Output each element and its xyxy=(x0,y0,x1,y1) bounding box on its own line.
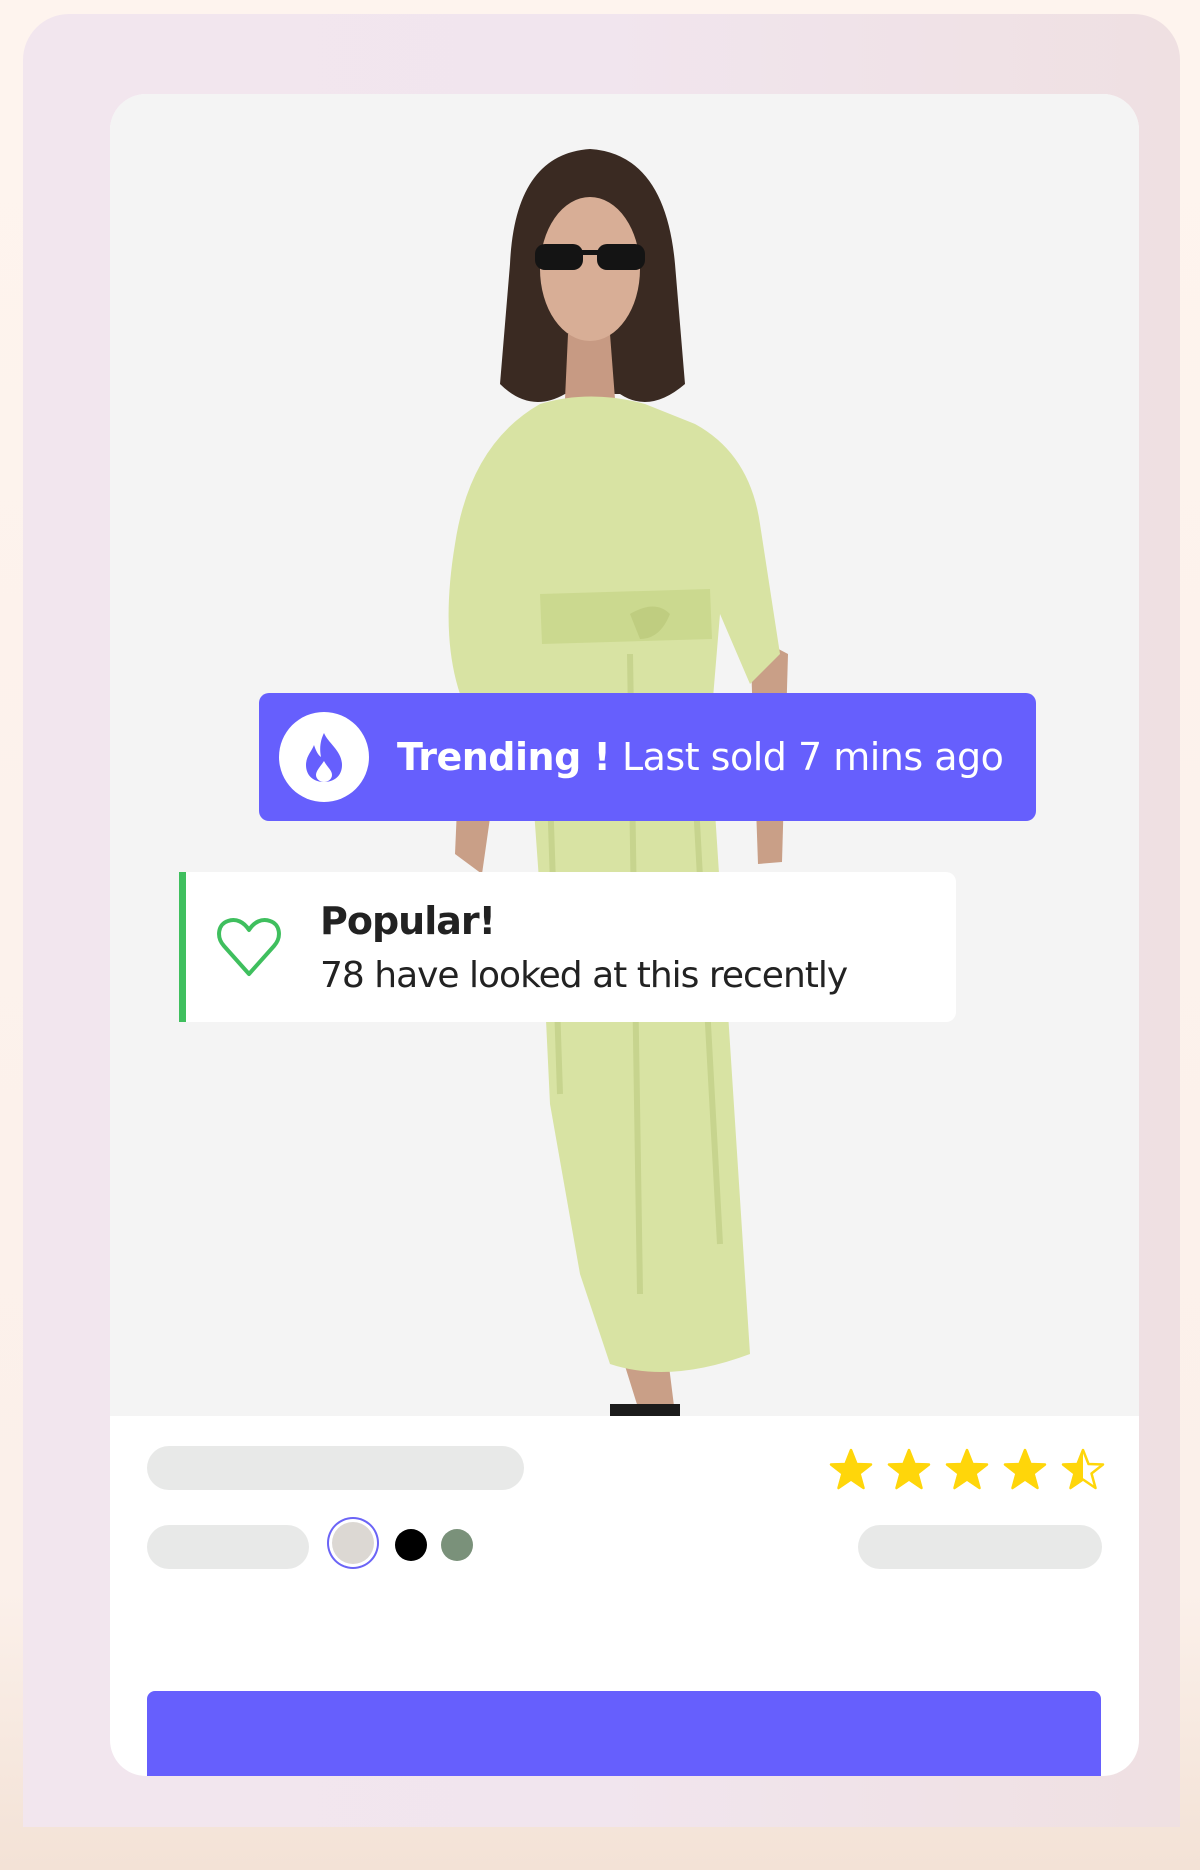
rating-stars xyxy=(828,1447,1106,1493)
add-to-cart-button[interactable] xyxy=(147,1691,1101,1776)
heart-outline-icon xyxy=(217,918,281,976)
title-placeholder xyxy=(147,1446,524,1490)
price-placeholder xyxy=(147,1525,309,1569)
swatch-beige[interactable] xyxy=(332,1522,374,1564)
star-full-icon xyxy=(829,1448,873,1490)
star-half-icon xyxy=(1061,1448,1105,1490)
star-full-icon xyxy=(887,1448,931,1490)
size-placeholder xyxy=(858,1525,1102,1569)
popular-title: Popular! xyxy=(320,898,496,943)
swatch-sage[interactable] xyxy=(441,1529,473,1561)
star-full-icon xyxy=(1003,1448,1047,1490)
popular-subtitle: 78 have looked at this recently xyxy=(320,954,848,996)
trending-label: Trending ! xyxy=(397,735,611,779)
swatch-black[interactable] xyxy=(395,1529,427,1561)
trending-badge: Trending ! Last sold 7 mins ago xyxy=(259,693,1036,821)
star-full-icon xyxy=(945,1448,989,1490)
trending-detail: Last sold 7 mins ago xyxy=(610,735,1004,779)
popular-badge: Popular! 78 have looked at this recently xyxy=(179,872,956,1022)
fire-icon xyxy=(279,712,369,802)
preview-frame: Trending ! Last sold 7 mins ago Popular!… xyxy=(23,14,1180,1827)
